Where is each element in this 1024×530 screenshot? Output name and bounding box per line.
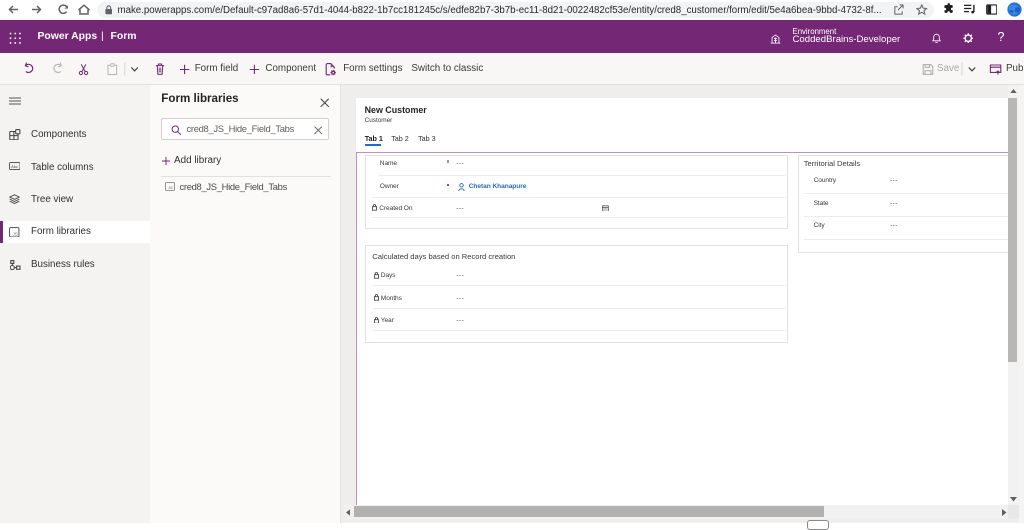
svg-text:Abc: Abc [11, 164, 18, 169]
svg-text:JS: JS [168, 185, 173, 190]
svg-text:JS: JS [13, 231, 18, 236]
